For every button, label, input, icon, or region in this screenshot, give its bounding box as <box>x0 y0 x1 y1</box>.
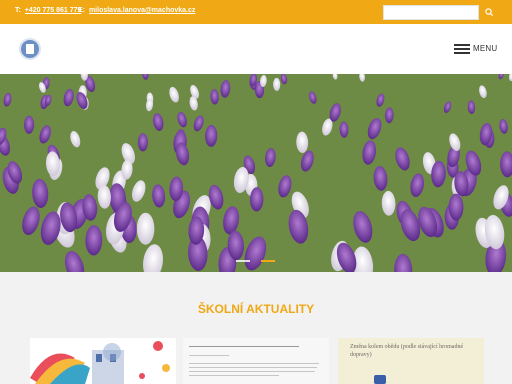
hero-slider-image <box>0 74 512 272</box>
school-logo[interactable] <box>19 38 41 60</box>
menu-label: MENU <box>473 44 498 53</box>
top-contact-bar: T: +420 775 861 779 E: miloslava.lanova@… <box>0 0 512 24</box>
slider-dot-2-active[interactable] <box>261 260 275 262</box>
slider-dot-1[interactable] <box>236 260 250 262</box>
section-title-school-news: ŠKOLNÍ AKTUALITY <box>197 302 315 316</box>
hamburger-menu-icon <box>454 44 470 54</box>
site-header: MENU <box>0 24 512 74</box>
email-contact[interactable]: E: miloslava.lanova@machovka.cz <box>78 7 195 14</box>
news-card-1-illustration <box>30 341 170 384</box>
news-card-3-text: Změna kolem obědu (podle stávající hroma… <box>350 344 464 358</box>
news-card-1[interactable] <box>30 338 176 384</box>
crocus-flowers-photo <box>0 74 512 272</box>
news-card-3-mark <box>374 375 386 384</box>
news-card-3[interactable]: Změna kolem obědu (podle stávající hroma… <box>338 338 484 384</box>
phone-link[interactable]: +420 775 861 779 <box>25 7 82 14</box>
email-link[interactable]: miloslava.lanova@machovka.cz <box>89 7 195 14</box>
search-icon <box>485 8 494 17</box>
phone-contact[interactable]: T: +420 775 861 779 <box>15 7 81 14</box>
search-button[interactable] <box>482 5 497 20</box>
search-input[interactable] <box>383 5 479 20</box>
news-card-2[interactable] <box>183 338 329 384</box>
